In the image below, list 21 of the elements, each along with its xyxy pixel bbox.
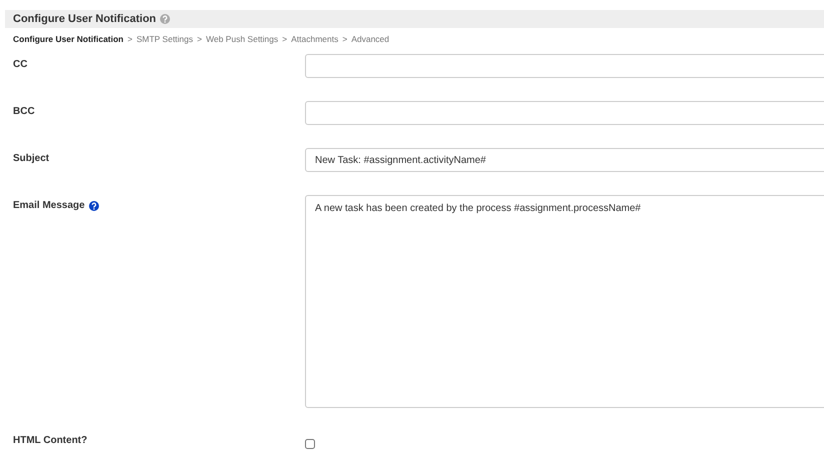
breadcrumb-link[interactable]: Attachments <box>291 34 338 44</box>
breadcrumb-link[interactable]: Web Push Settings <box>206 34 278 44</box>
field-label: HTML Content? <box>13 435 88 446</box>
help-icon[interactable] <box>88 200 99 210</box>
field-label: Email Message <box>13 200 85 211</box>
breadcrumb-separator: > <box>282 34 288 44</box>
field-label: BCC <box>13 106 35 117</box>
breadcrumb-link[interactable]: Configure User Notification <box>13 34 124 44</box>
field-label: CC <box>13 59 28 70</box>
page-title: Configure User Notification <box>13 13 156 25</box>
breadcrumb-separator: > <box>342 34 348 44</box>
breadcrumb-separator: > <box>197 34 202 44</box>
breadcrumb-separator: > <box>128 34 132 44</box>
text-field[interactable]: New Task: #assignment.activityName# <box>305 148 824 172</box>
field-label: Subject <box>13 153 50 164</box>
breadcrumb-link[interactable]: SMTP Settings <box>136 34 194 44</box>
checkbox[interactable] <box>305 439 315 449</box>
text-field[interactable] <box>305 54 824 78</box>
text-field[interactable] <box>305 101 824 125</box>
message-field[interactable]: A new task has been created by the process #assignment.processName# <box>305 195 824 408</box>
breadcrumb-link[interactable]: Advanced <box>351 34 390 44</box>
